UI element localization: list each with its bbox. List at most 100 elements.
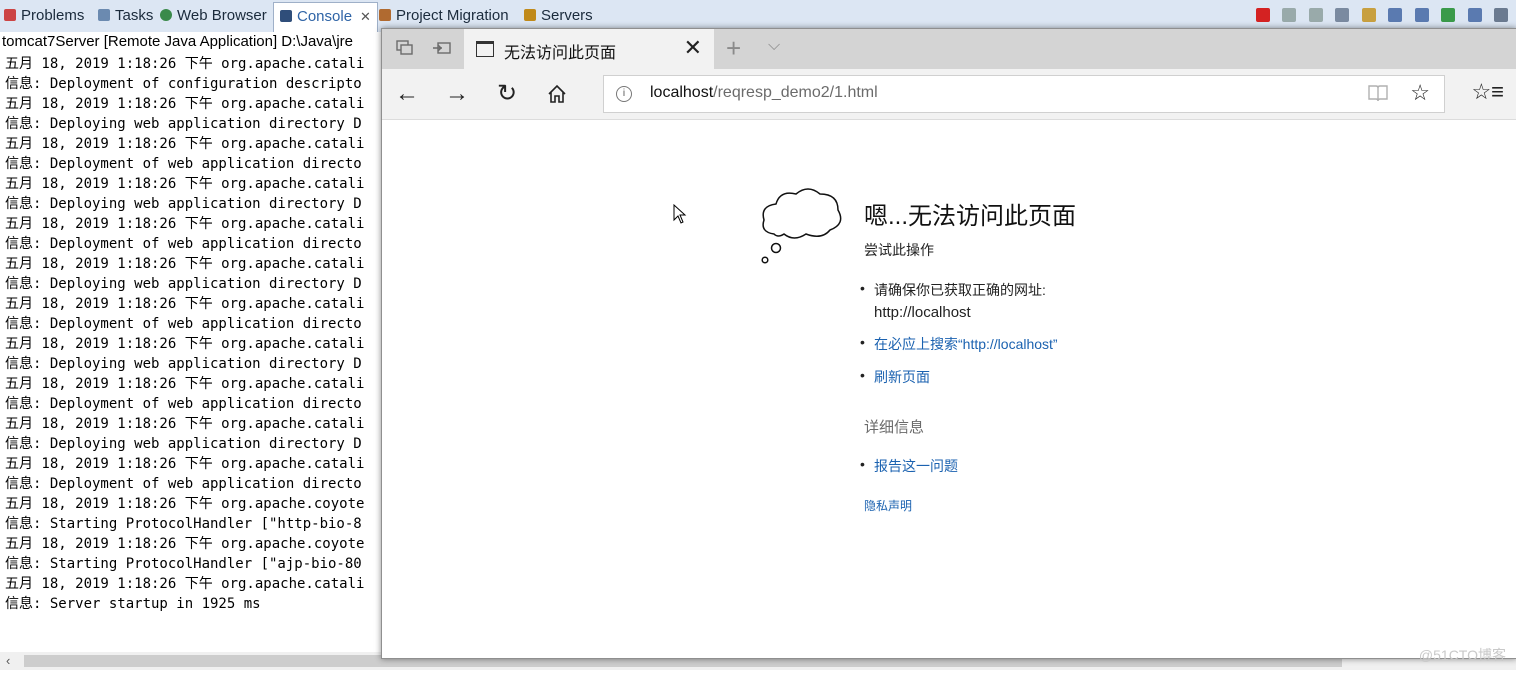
home-button[interactable] xyxy=(542,79,572,109)
console-line: 信息: Deployment of web application direct… xyxy=(5,396,362,412)
console-line: 信息: Deploying web application directory … xyxy=(5,356,362,372)
url-text[interactable]: localhost/reqresp_demo2/1.html xyxy=(650,84,878,102)
chevron-down-icon[interactable]: ⌵ xyxy=(768,37,780,55)
list-item: 报告这一问题 xyxy=(860,456,958,476)
console-line: 信息: Deployment of configuration descript… xyxy=(5,76,362,92)
console-line: 五月 18, 2019 1:18:26 下午 org.apache.catali xyxy=(5,456,365,472)
tab-label: Problems xyxy=(21,7,85,24)
console-line: 信息: Deployment of web application direct… xyxy=(5,316,362,332)
servers-icon xyxy=(524,9,536,21)
thought-cloud-icon xyxy=(761,188,842,264)
problems-icon xyxy=(4,9,16,21)
migration-icon xyxy=(379,9,391,21)
console-line: 五月 18, 2019 1:18:26 下午 org.apache.coyote xyxy=(5,536,365,552)
console-output[interactable]: 五月 18, 2019 1:18:26 下午 org.apache.catali… xyxy=(5,54,364,614)
console-line: 信息: Deploying web application directory … xyxy=(5,196,362,212)
console-line: 五月 18, 2019 1:18:26 下午 org.apache.catali xyxy=(5,216,365,232)
tab-label: Project Migration xyxy=(396,7,509,24)
list-item: 请确保你已获取正确的网址: http://localhost xyxy=(860,280,1046,321)
remove-all-icon[interactable] xyxy=(1308,7,1323,22)
tab-console[interactable]: Console ✕ xyxy=(273,2,378,32)
tab-project-migration[interactable]: Project Migration xyxy=(379,4,509,28)
reading-view-icon[interactable] xyxy=(1368,84,1388,107)
close-tab-icon[interactable]: ✕ xyxy=(684,35,702,61)
console-line: 五月 18, 2019 1:18:26 下午 org.apache.catali xyxy=(5,56,365,72)
show-console-icon[interactable] xyxy=(1414,7,1429,22)
bullet-url: http://localhost xyxy=(874,304,971,321)
console-toolbar xyxy=(1248,6,1508,24)
word-wrap-icon[interactable] xyxy=(1388,7,1403,22)
details-heading: 详细信息 xyxy=(864,419,925,436)
url-host: localhost xyxy=(650,84,714,101)
browser-window: 无法访问此页面 ✕ + ⌵ ← → ↻ i localhost/reqresp_… xyxy=(381,28,1516,659)
console-line: 五月 18, 2019 1:18:26 下午 org.apache.catali xyxy=(5,416,365,432)
console-header: tomcat7Server [Remote Java Application] … xyxy=(2,33,353,50)
console-line: 信息: Deploying web application directory … xyxy=(5,116,362,132)
pin-console-icon[interactable] xyxy=(1441,7,1456,22)
error-title: 嗯...无法访问此页面 xyxy=(864,203,1077,230)
console-line: 五月 18, 2019 1:18:26 下午 org.apache.catali xyxy=(5,376,365,392)
tab-label: Servers xyxy=(541,7,593,24)
list-item: 在必应上搜索“http://localhost” xyxy=(860,334,1058,354)
console-line: 信息: Starting ProtocolHandler ["ajp-bio-8… xyxy=(5,556,362,572)
console-line: 信息: Deployment of web application direct… xyxy=(5,236,362,252)
console-line: 五月 18, 2019 1:18:26 下午 org.apache.catali xyxy=(5,176,365,192)
console-line: 信息: Starting ProtocolHandler ["http-bio-… xyxy=(5,516,362,532)
forward-button[interactable]: → xyxy=(442,79,472,109)
console-line: 五月 18, 2019 1:18:26 下午 org.apache.catali xyxy=(5,296,365,312)
console-line: 五月 18, 2019 1:18:26 下午 org.apache.catali xyxy=(5,136,365,152)
console-line: 信息: Deployment of web application direct… xyxy=(5,156,362,172)
page-icon xyxy=(476,41,494,57)
mouse-cursor-icon xyxy=(673,204,687,224)
console-line: 五月 18, 2019 1:18:26 下午 org.apache.catali xyxy=(5,96,365,112)
page-content: 嗯...无法访问此页面 尝试此操作 请确保你已获取正确的网址: http://l… xyxy=(382,120,1516,657)
clear-console-icon[interactable] xyxy=(1335,7,1350,22)
new-console-icon[interactable] xyxy=(1494,7,1508,22)
scroll-left-icon[interactable]: ‹ xyxy=(6,652,10,670)
display-console-icon[interactable] xyxy=(1467,7,1482,22)
search-bing-link[interactable]: 在必应上搜索“http://localhost” xyxy=(874,336,1058,352)
bullet-text: 请确保你已获取正确的网址: xyxy=(874,282,1046,298)
tab-label: Console xyxy=(297,8,353,25)
tab-label: Tasks xyxy=(115,7,154,24)
favorites-hub-icon[interactable]: ☆≡ xyxy=(1471,79,1504,105)
console-line: 五月 18, 2019 1:18:26 下午 org.apache.catali xyxy=(5,576,365,592)
refresh-page-link[interactable]: 刷新页面 xyxy=(874,369,930,385)
console-line: 信息: Deploying web application directory … xyxy=(5,436,362,452)
console-line: 信息: Deploying web application directory … xyxy=(5,276,362,292)
address-bar[interactable]: i localhost/reqresp_demo2/1.html ☆ xyxy=(603,75,1445,113)
remove-launch-icon[interactable] xyxy=(1282,7,1297,22)
console-line: 信息: Server startup in 1925 ms xyxy=(5,596,261,612)
tab-problems[interactable]: Problems xyxy=(4,4,84,28)
tab-tasks[interactable]: Tasks xyxy=(98,4,153,28)
watermark: @51CTO博客 xyxy=(1418,647,1506,663)
set-aside-tabs-icon[interactable] xyxy=(432,40,451,56)
tab-preview-icon[interactable] xyxy=(396,40,414,56)
tab-label: Web Browser xyxy=(177,7,267,24)
url-path: /reqresp_demo2/1.html xyxy=(713,84,878,101)
back-button[interactable]: ← xyxy=(392,79,422,109)
favorite-star-icon[interactable]: ☆ xyxy=(1410,80,1430,106)
console-line: 五月 18, 2019 1:18:26 下午 org.apache.catali xyxy=(5,336,365,352)
list-item: 刷新页面 xyxy=(860,367,930,387)
close-icon[interactable]: ✕ xyxy=(360,9,371,24)
tab-strip: 无法访问此页面 ✕ + ⌵ xyxy=(382,29,1516,69)
new-tab-button[interactable]: + xyxy=(726,33,741,64)
scroll-lock-icon[interactable] xyxy=(1361,7,1376,22)
tab-servers[interactable]: Servers xyxy=(524,4,593,28)
navigation-bar: ← → ↻ i localhost/reqresp_demo2/1.html ☆… xyxy=(382,69,1516,120)
info-icon[interactable]: i xyxy=(616,86,632,102)
console-icon xyxy=(280,10,292,22)
privacy-link[interactable]: 隐私声明 xyxy=(864,497,912,514)
terminate-icon[interactable] xyxy=(1255,7,1270,22)
refresh-button[interactable]: ↻ xyxy=(492,79,522,109)
console-line: 五月 18, 2019 1:18:26 下午 org.apache.coyote xyxy=(5,496,365,512)
tasks-icon xyxy=(98,9,110,21)
browser-tab-active[interactable]: 无法访问此页面 ✕ xyxy=(464,29,714,69)
report-problem-link[interactable]: 报告这一问题 xyxy=(874,458,958,474)
error-subtitle: 尝试此操作 xyxy=(864,242,934,258)
globe-icon xyxy=(160,9,172,21)
console-line: 信息: Deployment of web application direct… xyxy=(5,476,362,492)
console-line: 五月 18, 2019 1:18:26 下午 org.apache.catali xyxy=(5,256,365,272)
tab-web-browser[interactable]: Web Browser xyxy=(160,4,267,28)
